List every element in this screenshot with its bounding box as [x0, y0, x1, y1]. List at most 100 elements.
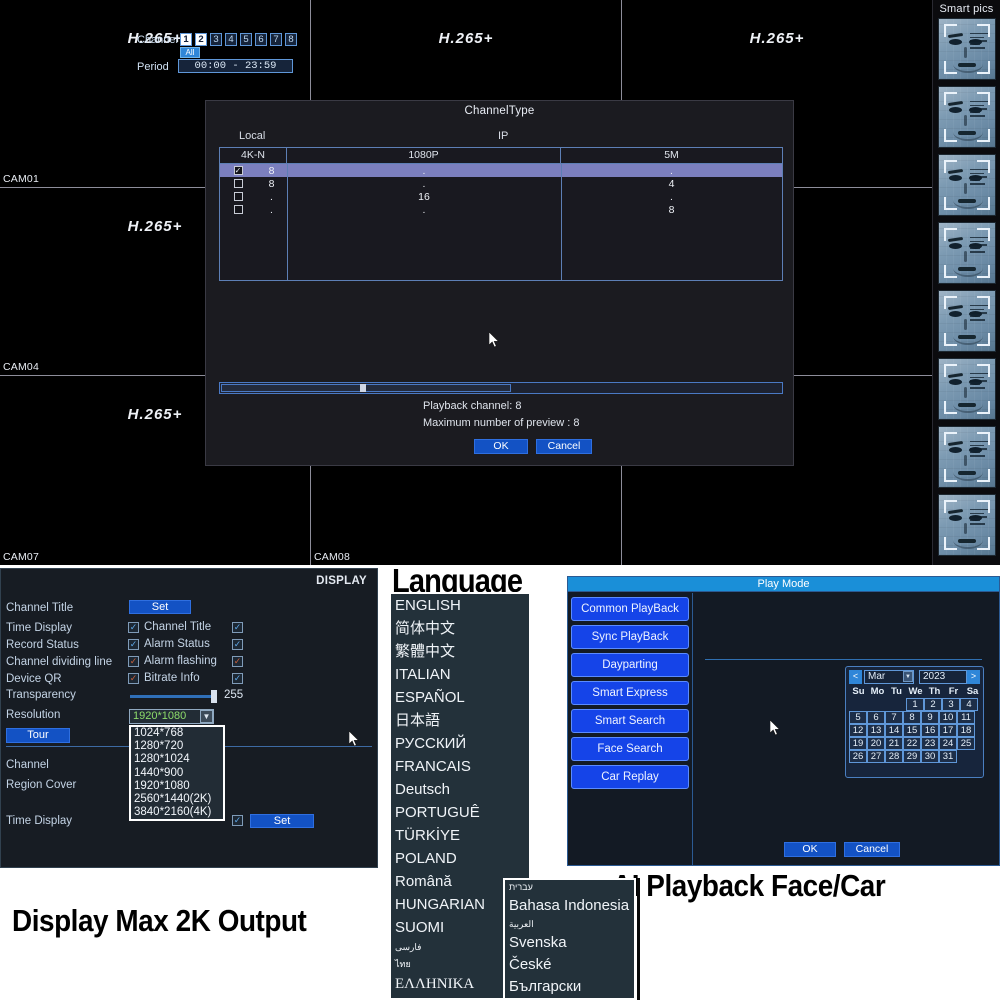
calendar-day[interactable]: 31	[939, 750, 957, 763]
channel-box-1[interactable]: 1	[180, 33, 192, 46]
smart-pic-thumbnail[interactable]	[937, 358, 996, 420]
channel-all-button[interactable]: All	[180, 47, 200, 58]
smart-pic-thumbnail[interactable]	[937, 426, 996, 488]
language-option[interactable]: FRANCAIS	[391, 755, 529, 778]
channel-box-7[interactable]: 7	[270, 33, 282, 46]
year-input[interactable]: 2023	[919, 670, 967, 684]
calendar-day[interactable]: 11	[957, 711, 975, 724]
chevron-down-icon[interactable]: ▼	[903, 671, 913, 682]
resolution-option[interactable]: 1440*900	[131, 767, 223, 780]
smart-pics-list[interactable]	[933, 18, 1000, 556]
checkbox-record-status[interactable]	[128, 639, 139, 650]
table-row[interactable]: 8.4	[220, 177, 782, 190]
calendar-day[interactable]: 5	[849, 711, 867, 724]
calendar-day[interactable]: 8	[903, 711, 921, 724]
transparency-slider-knob[interactable]	[211, 690, 217, 703]
time-display-set-button[interactable]: Set	[250, 814, 314, 828]
language-option[interactable]: 简体中文	[391, 617, 529, 640]
calendar-day[interactable]: 9	[921, 711, 939, 724]
checkbox-channel-dividing-line[interactable]	[128, 656, 139, 667]
table-body[interactable]: 8..8.4.16...8	[220, 164, 782, 216]
smart-pic-thumbnail[interactable]	[937, 222, 996, 284]
calendar-day[interactable]: 24	[939, 737, 957, 750]
playmode-button-common-playback[interactable]: Common PlayBack	[571, 597, 689, 621]
calendar-day[interactable]: 23	[921, 737, 939, 750]
resolution-option[interactable]: 1280*1024	[131, 753, 223, 766]
transparency-slider-track[interactable]	[130, 695, 215, 698]
next-month-button[interactable]: >	[967, 670, 980, 684]
calendar-day[interactable]: 3	[942, 698, 960, 711]
calendar-day[interactable]: 1	[906, 698, 924, 711]
table-row[interactable]: 8..	[220, 164, 782, 177]
calendar-day[interactable]: 27	[867, 750, 885, 763]
language-option[interactable]: Svenska	[505, 932, 634, 954]
row-checkbox[interactable]	[220, 192, 256, 201]
language-option[interactable]: 繁體中文	[391, 640, 529, 663]
calendar-day[interactable]: 18	[957, 724, 975, 737]
checkbox-time-display[interactable]	[128, 622, 139, 633]
calendar-day[interactable]: 4	[960, 698, 978, 711]
period-input[interactable]: 00:00 - 23:59	[178, 59, 293, 73]
calendar-day[interactable]: 10	[939, 711, 957, 724]
checkbox-alarm-status[interactable]	[232, 639, 243, 650]
smart-pic-thumbnail[interactable]	[937, 154, 996, 216]
row-checkbox[interactable]	[220, 179, 256, 188]
language-option[interactable]: Deutsch	[391, 778, 529, 801]
channel-box-8[interactable]: 8	[285, 33, 297, 46]
smart-pic-thumbnail[interactable]	[937, 18, 996, 80]
smart-pic-thumbnail[interactable]	[937, 290, 996, 352]
calendar-day[interactable]: 29	[903, 750, 921, 763]
calendar-day[interactable]: 22	[903, 737, 921, 750]
calendar-widget[interactable]: < Mar ▼ 2023 > Su Mo Tu We Th Fr Sa 1234567891…	[845, 666, 984, 778]
language-option[interactable]: České	[505, 954, 634, 976]
calendar-day[interactable]: 21	[885, 737, 903, 750]
language-option[interactable]: Bahasa Indonesia	[505, 895, 634, 917]
resolution-option[interactable]: 1280*720	[131, 740, 223, 753]
channel-box-5[interactable]: 5	[240, 33, 252, 46]
calendar-day[interactable]: 7	[885, 711, 903, 724]
chevron-down-icon[interactable]: ▼	[200, 710, 213, 723]
smart-pic-thumbnail[interactable]	[937, 494, 996, 556]
resolution-dropdown-list[interactable]: 1024*768 1280*720 1280*1024 1440*900 1920*10…	[129, 725, 225, 822]
checkbox-channel-title[interactable]	[232, 622, 243, 633]
cancel-button[interactable]: Cancel	[844, 842, 900, 857]
calendar-day-grid[interactable]: 1 2 3 4 5 6 7 8 9 10 11 12 13 14 15 16 17 18 19 20 21 22 23 24 2…	[849, 698, 982, 763]
resolution-option[interactable]: 1920*1080	[131, 780, 223, 793]
calendar-day[interactable]: 2	[924, 698, 942, 711]
calendar-day[interactable]: 6	[867, 711, 885, 724]
scrollbar-thumb[interactable]	[221, 384, 511, 392]
language-option[interactable]: PORTUGUÊ	[391, 801, 529, 824]
channel-box-2[interactable]: 2	[195, 33, 207, 46]
channel-box-4[interactable]: 4	[225, 33, 237, 46]
scrollbar-grip[interactable]	[360, 384, 366, 392]
language-option[interactable]: POLAND	[391, 847, 529, 870]
playmode-button-face-search[interactable]: Face Search	[571, 737, 689, 761]
playmode-button-car-replay[interactable]: Car Replay	[571, 765, 689, 789]
checkbox-bitrate-info[interactable]	[232, 673, 243, 684]
table-row[interactable]: .. 8	[220, 203, 782, 216]
table-row[interactable]: . 16.	[220, 190, 782, 203]
channel-box-6[interactable]: 6	[255, 33, 267, 46]
language-option[interactable]: العربية	[505, 917, 634, 932]
smart-pic-thumbnail[interactable]	[937, 86, 996, 148]
language-option[interactable]: ESPAÑOL	[391, 686, 529, 709]
channel-box-3[interactable]: 3	[210, 33, 222, 46]
channel-title-set-button[interactable]: Set	[129, 600, 191, 614]
calendar-day[interactable]: 12	[849, 724, 867, 737]
calendar-day[interactable]: 28	[885, 750, 903, 763]
language-option[interactable]: 日本語	[391, 709, 529, 732]
horizontal-scrollbar[interactable]	[219, 382, 783, 394]
calendar-day[interactable]: 16	[921, 724, 939, 737]
calendar-day[interactable]: 26	[849, 750, 867, 763]
row-checkbox[interactable]	[220, 205, 256, 214]
playmode-button-smart-express[interactable]: Smart Express	[571, 681, 689, 705]
calendar-day[interactable]: 17	[939, 724, 957, 737]
calendar-day[interactable]: 13	[867, 724, 885, 737]
playmode-button-sync-playback[interactable]: Sync PlayBack	[571, 625, 689, 649]
play-mode-sidebar[interactable]: Common PlayBack Sync PlayBack Dayparting Sm…	[568, 593, 693, 865]
language-option[interactable]: ITALIAN	[391, 663, 529, 686]
tour-button[interactable]: Tour	[6, 728, 70, 743]
resolution-option[interactable]: 3840*2160(4K)	[131, 806, 223, 819]
checkbox-time-display-2[interactable]	[232, 815, 243, 826]
cancel-button[interactable]: Cancel	[536, 439, 592, 454]
